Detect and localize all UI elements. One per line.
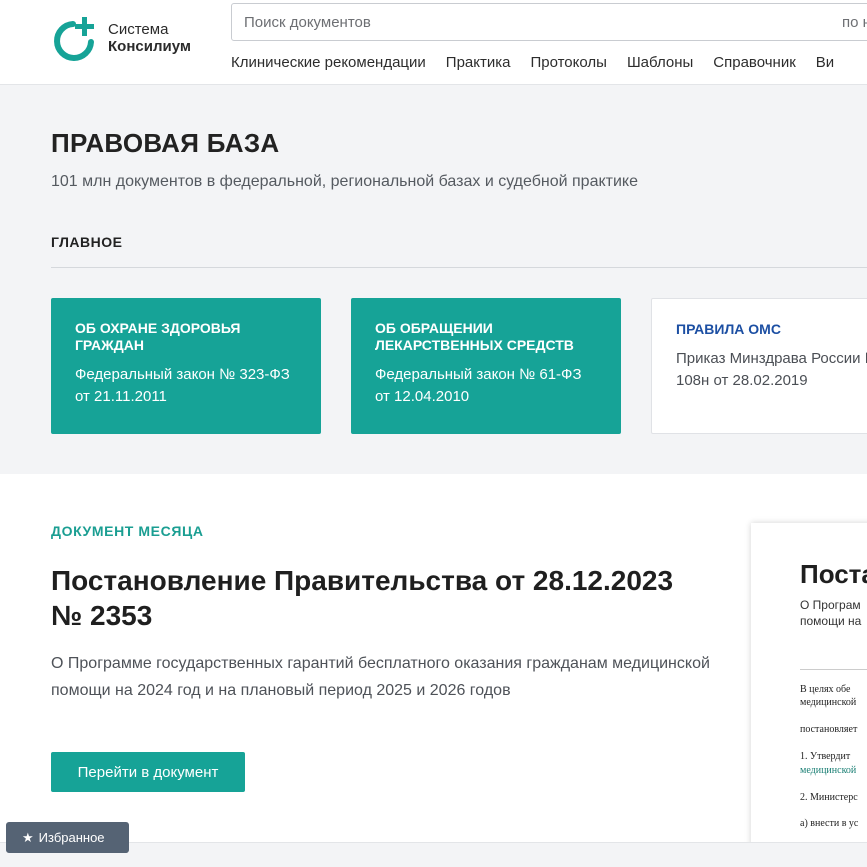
section-heading-main: ГЛАВНОЕ <box>51 234 123 250</box>
search-mode-selector[interactable]: по н <box>842 14 867 31</box>
nav-item-protocols[interactable]: Протоколы <box>530 54 606 71</box>
card-text: Федеральный закон № 323-ФЗ от 21.11.2011 <box>75 366 290 405</box>
nav-item-templates[interactable]: Шаблоны <box>627 54 693 71</box>
card-text: Приказ Минздрава России № 108н от 28.02.… <box>676 350 867 389</box>
preview-subtitle-line: О Програм <box>800 598 861 612</box>
bottom-band <box>0 842 867 867</box>
preview-text-line: постановляет <box>800 724 858 735</box>
preview-text-line: медицинской <box>800 697 857 708</box>
section-divider <box>51 267 867 268</box>
card-title: ОБ ОХРАНЕ ЗДОРОВЬЯ ГРАЖДАН <box>75 320 241 353</box>
logo-icon <box>54 17 94 61</box>
card-drug-circulation[interactable]: ОБ ОБРАЩЕНИИ ЛЕКАРСТВЕННЫХ СРЕДСТВ Федер… <box>351 298 621 434</box>
star-icon: ★ <box>22 829 34 845</box>
preview-link-line: медицинской <box>800 765 857 776</box>
document-preview[interactable]: Поста О Програм помощи на В целях обе ме… <box>751 523 867 848</box>
legal-base-hero: ПРАВОВАЯ БАЗА 101 млн документов в федер… <box>0 85 867 474</box>
main-nav: Клинические рекомендации Практика Проток… <box>231 54 854 71</box>
logo-name-line1: Система <box>108 21 169 38</box>
logo[interactable]: Система Консилиум <box>51 14 191 62</box>
search-box: по н <box>231 3 867 41</box>
preview-text-line: а) внести в ус <box>800 818 859 829</box>
preview-text-line: 1. Утвердит <box>800 751 851 762</box>
preview-divider <box>800 669 867 670</box>
go-to-document-button[interactable]: Перейти в документ <box>51 752 245 792</box>
preview-subtitle: О Програм помощи на <box>800 597 861 629</box>
nav-item-reference[interactable]: Справочник <box>713 54 796 71</box>
preview-text-line: 2. Министерс <box>800 792 858 803</box>
doc-of-month-title: Постановление Правительства от 28.12.202… <box>51 565 674 631</box>
card-title: ОБ ОБРАЩЕНИИ ЛЕКАРСТВЕННЫХ СРЕДСТВ <box>375 320 574 353</box>
card-title: ПРАВИЛА ОМС <box>676 321 781 337</box>
doc-of-month-description: О Программе государственных гарантий бес… <box>51 655 710 699</box>
logo-name-line2: Консилиум <box>108 38 191 55</box>
doc-of-month-label: ДОКУМЕНТ МЕСЯЦА <box>51 523 204 539</box>
search-input[interactable] <box>232 4 792 40</box>
preview-subtitle-line: помощи на <box>800 614 862 628</box>
nav-item-more[interactable]: Ви <box>816 54 834 71</box>
page-subtitle: 101 млн документов в федеральной, регион… <box>51 173 638 190</box>
favorites-button[interactable]: ★ Избранное <box>6 822 129 853</box>
favorites-label: Избранное <box>38 830 105 845</box>
card-text: Федеральный закон № 61-ФЗ от 12.04.2010 <box>375 366 582 405</box>
card-health-protection[interactable]: ОБ ОХРАНЕ ЗДОРОВЬЯ ГРАЖДАН Федеральный з… <box>51 298 321 434</box>
nav-item-clinical-guidelines[interactable]: Клинические рекомендации <box>231 54 426 71</box>
preview-text-line: В целях обе <box>800 684 851 695</box>
page-title: ПРАВОВАЯ БАЗА <box>51 128 280 158</box>
card-oms-rules[interactable]: ПРАВИЛА ОМС Приказ Минздрава России № 10… <box>651 298 867 434</box>
preview-title: Поста <box>800 559 867 589</box>
nav-item-practice[interactable]: Практика <box>446 54 511 71</box>
site-header: Система Консилиум по н Клинические реком… <box>0 0 867 85</box>
